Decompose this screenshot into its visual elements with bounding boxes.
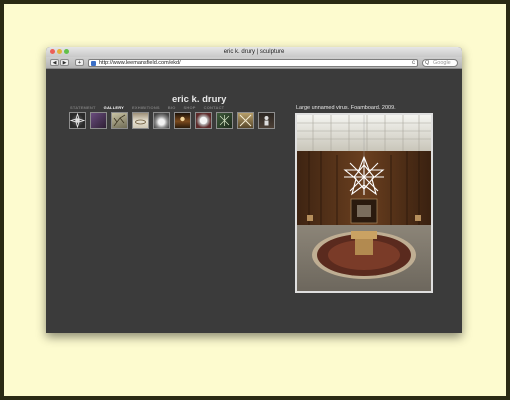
minimize-window-button[interactable] xyxy=(57,49,62,54)
menu-item-exhibitions[interactable]: EXHIBITIONS xyxy=(132,105,160,110)
thumbnail-plate-sculpture[interactable] xyxy=(195,112,212,129)
branch-thumb-image xyxy=(113,114,126,127)
search-input[interactable]: Q Google xyxy=(422,59,458,67)
close-window-button[interactable] xyxy=(50,49,55,54)
title-bar: eric k. drury | sculpture xyxy=(46,47,462,57)
address-bar[interactable]: http://www.leemansfield.com/ekd/ c xyxy=(88,59,418,67)
gallery-room-image xyxy=(297,115,431,291)
menu-item-contact[interactable]: CONTACT xyxy=(204,105,225,110)
web-page: eric k. drury STATEMENT GALLERY EXHIBITI… xyxy=(46,69,462,333)
search-placeholder: Google xyxy=(433,60,451,66)
figure-thumb-image xyxy=(264,116,269,126)
menu-item-bio[interactable]: BIO xyxy=(168,105,176,110)
main-photo xyxy=(295,113,433,293)
gallery-thumbnails xyxy=(69,112,275,129)
thumbnail-figure-sculpture[interactable] xyxy=(258,112,275,129)
cross-thumb-image xyxy=(239,114,252,127)
thumbnail-green-sculpture[interactable] xyxy=(216,112,233,129)
star-sculpture-thumb-image xyxy=(70,113,85,128)
search-icon: Q xyxy=(425,60,430,66)
lit-interior-thumb-image xyxy=(180,116,185,122)
site-title: eric k. drury xyxy=(172,94,227,105)
thumbnail-white-sculpture[interactable] xyxy=(153,112,170,129)
thumbnail-tabletop-rings[interactable] xyxy=(132,112,149,129)
menu-item-shop[interactable]: SHOP xyxy=(184,105,196,110)
browser-window: eric k. drury | sculpture ◀ ▶ + http://w… xyxy=(46,47,462,333)
thumbnail-cross-sculpture[interactable] xyxy=(237,112,254,129)
favicon-icon xyxy=(91,61,96,66)
thumbnail-star-sculpture-dark[interactable] xyxy=(69,112,86,129)
thumbnail-purple-room[interactable] xyxy=(90,112,107,129)
rings-thumb-image xyxy=(135,119,146,125)
window-title: eric k. drury | sculpture xyxy=(223,49,285,55)
zoom-window-button[interactable] xyxy=(64,49,69,54)
menu-item-statement[interactable]: STATEMENT xyxy=(70,105,96,110)
url-text: http://www.leemansfield.com/ekd/ xyxy=(99,60,181,66)
photo-caption: Large unnamed virus. Foamboard. 2009. xyxy=(296,105,396,111)
browser-toolbar: ◀ ▶ + http://www.leemansfield.com/ekd/ c… xyxy=(46,57,462,69)
add-bookmark-button[interactable]: + xyxy=(75,59,84,66)
back-button[interactable]: ◀ xyxy=(50,59,59,66)
site-menu: STATEMENT GALLERY EXHIBITIONS BIO SHOP C… xyxy=(70,105,224,110)
main-photo-image xyxy=(297,115,431,291)
menu-item-gallery[interactable]: GALLERY xyxy=(104,105,124,110)
green-thumb-image xyxy=(219,115,230,126)
thumbnail-lit-interior[interactable] xyxy=(174,112,191,129)
forward-button[interactable]: ▶ xyxy=(60,59,69,66)
thumbnail-branch-sculpture[interactable] xyxy=(111,112,128,129)
window-controls xyxy=(50,49,69,54)
reload-icon[interactable]: c xyxy=(412,60,415,67)
